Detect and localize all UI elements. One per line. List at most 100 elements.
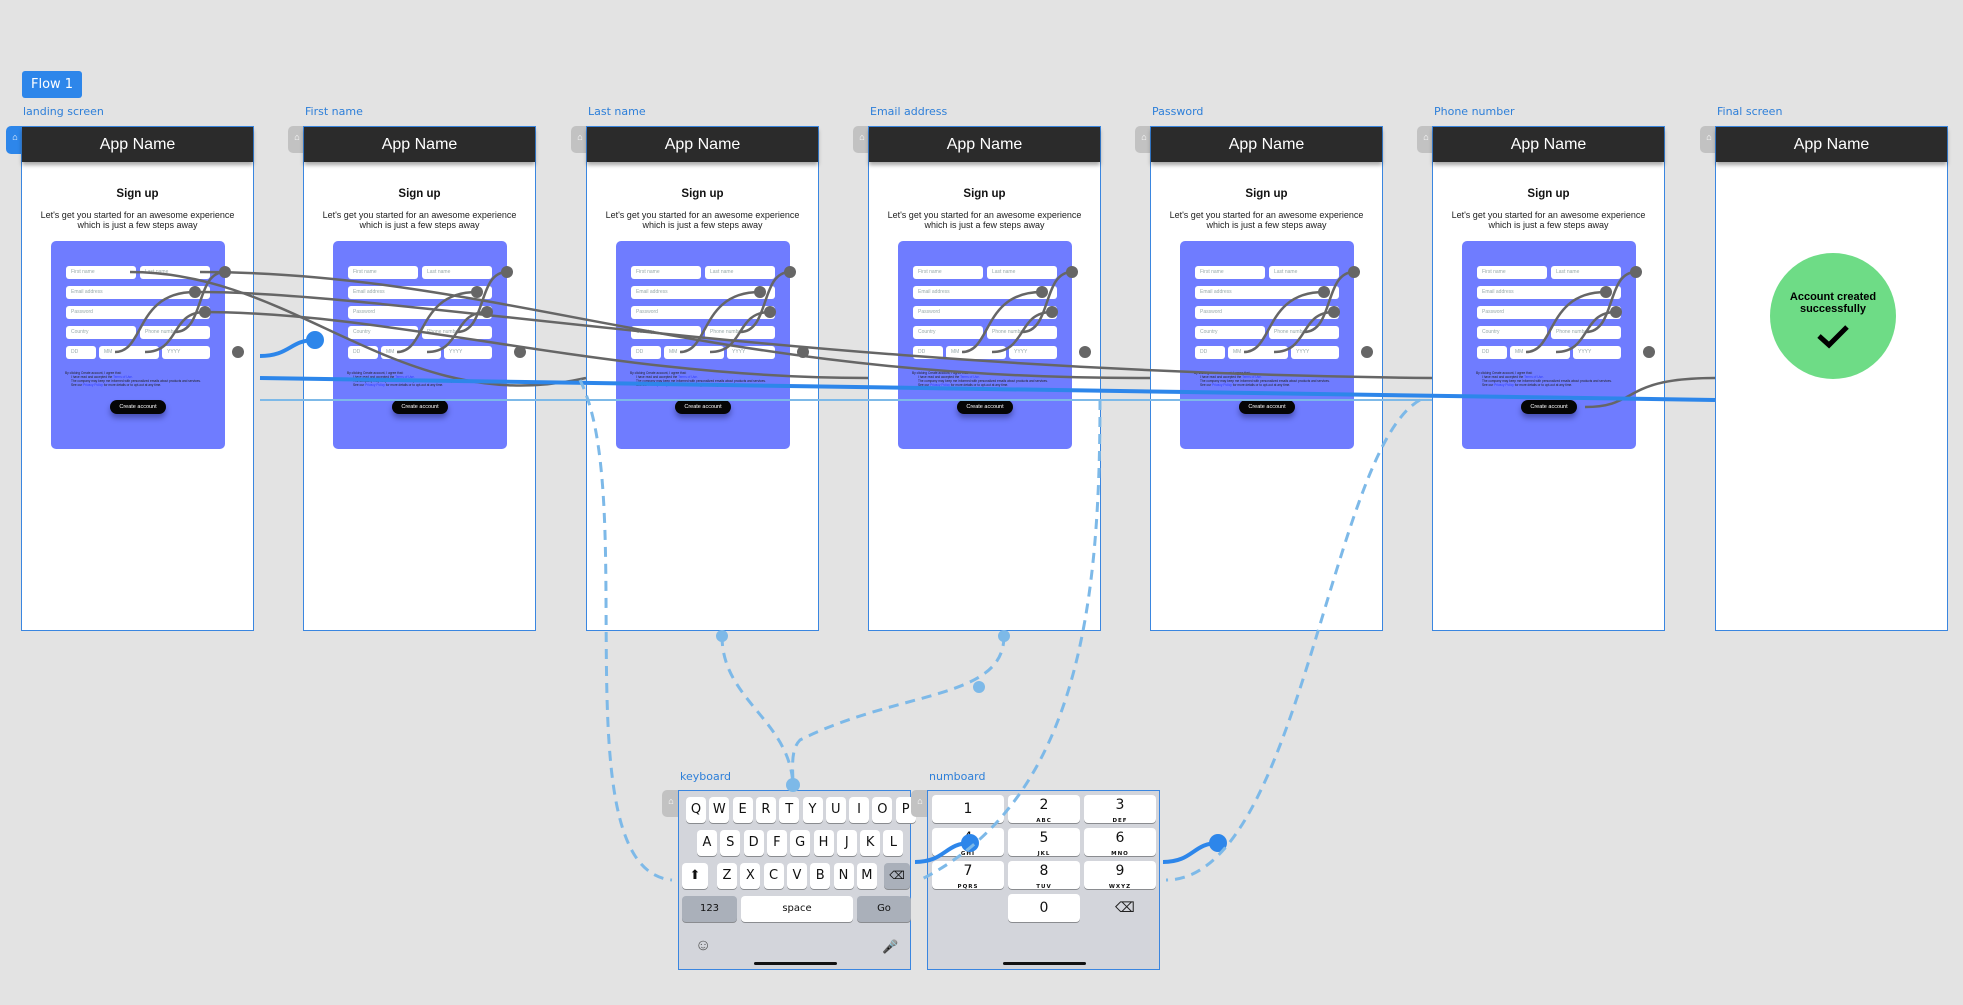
last-name-input[interactable]: Last name <box>422 266 492 279</box>
email-input[interactable]: Email address <box>66 286 210 299</box>
numkey-6[interactable]: 6 MNO <box>1084 828 1156 857</box>
create-account-button[interactable]: Create account <box>392 400 448 414</box>
password-input[interactable]: Password <box>913 306 1057 319</box>
key-v[interactable]: V <box>786 863 807 889</box>
numkey-0[interactable]: 0 <box>1008 894 1080 922</box>
month-select[interactable]: MM <box>664 346 724 359</box>
key-d[interactable]: D <box>743 830 764 856</box>
key-n[interactable]: N <box>833 863 854 889</box>
phone-input[interactable]: Phone number <box>1269 326 1339 339</box>
microphone-icon[interactable]: 🎤 <box>882 939 898 955</box>
email-input[interactable]: Email address <box>913 286 1057 299</box>
first-name-input[interactable]: First name <box>631 266 701 279</box>
key-i[interactable]: I <box>849 797 870 823</box>
key-e[interactable]: E <box>732 797 753 823</box>
flow-canvas[interactable]: Flow 1 landing screen ⌂ App Name Sign up Let… <box>0 0 1963 1005</box>
email-input[interactable]: Email address <box>631 286 775 299</box>
screen-frame[interactable]: App Name Sign up Let's get you started for… <box>1432 126 1665 631</box>
key-f[interactable]: F <box>766 830 787 856</box>
first-name-input[interactable]: First name <box>1477 266 1547 279</box>
month-select[interactable]: MM <box>946 346 1006 359</box>
screen-frame[interactable]: App Name Sign up Let's get you started for… <box>303 126 536 631</box>
last-name-input[interactable]: Last name <box>987 266 1057 279</box>
last-name-input[interactable]: Last name <box>1269 266 1339 279</box>
month-select[interactable]: MM <box>1510 346 1570 359</box>
space-key[interactable]: space <box>741 896 853 922</box>
numkey-4[interactable]: 4 GHI <box>932 828 1004 857</box>
create-account-button[interactable]: Create account <box>675 400 731 414</box>
phone-input[interactable]: Phone number <box>140 326 210 339</box>
numkey-9[interactable]: 9 WXYZ <box>1084 861 1156 890</box>
go-key[interactable]: Go <box>857 896 911 922</box>
first-name-input[interactable]: First name <box>913 266 983 279</box>
undo-icon[interactable] <box>1209 834 1227 852</box>
screen-frame[interactable]: App Name Sign up Let's get you started for… <box>21 126 254 631</box>
email-input[interactable]: Email address <box>1195 286 1339 299</box>
country-select[interactable]: Country <box>631 326 701 339</box>
create-account-button[interactable]: Create account <box>1521 400 1577 414</box>
key-s[interactable]: S <box>720 830 741 856</box>
day-select[interactable]: DD <box>348 346 378 359</box>
password-input[interactable]: Password <box>1477 306 1621 319</box>
key-z[interactable]: Z <box>717 863 737 889</box>
day-select[interactable]: DD <box>1477 346 1507 359</box>
key-a[interactable]: A <box>697 830 717 856</box>
password-input[interactable]: Password <box>1195 306 1339 319</box>
connector-node[interactable] <box>716 630 728 642</box>
key-t[interactable]: T <box>779 797 800 823</box>
last-name-input[interactable]: Last name <box>705 266 775 279</box>
key-o[interactable]: O <box>872 797 893 823</box>
key-j[interactable]: J <box>836 830 857 856</box>
year-select[interactable]: YYYY <box>1291 346 1339 359</box>
connector-node[interactable] <box>998 630 1010 642</box>
day-select[interactable]: DD <box>913 346 943 359</box>
numkey-2[interactable]: 2 ABC <box>1008 795 1080 824</box>
screen-frame[interactable]: App Name Sign up Let's get you started for… <box>868 126 1101 631</box>
create-account-button[interactable]: Create account <box>1239 400 1295 414</box>
backspace-key[interactable]: ⌫ <box>884 863 910 889</box>
keyboard-trigger-wire[interactable] <box>720 635 795 786</box>
keyboard-trigger-wire[interactable] <box>791 635 1006 786</box>
year-select[interactable]: YYYY <box>444 346 492 359</box>
email-input[interactable]: Email address <box>348 286 492 299</box>
create-account-button[interactable]: Create account <box>957 400 1013 414</box>
key-h[interactable]: H <box>813 830 834 856</box>
privacy-link[interactable]: Privacy Policy <box>83 383 103 387</box>
privacy-link[interactable]: Privacy Policy <box>648 383 668 387</box>
day-select[interactable]: DD <box>631 346 661 359</box>
numkey-3[interactable]: 3 DEF <box>1084 795 1156 824</box>
country-select[interactable]: Country <box>348 326 418 339</box>
key-y[interactable]: Y <box>802 797 823 823</box>
first-name-input[interactable]: First name <box>348 266 418 279</box>
day-select[interactable]: DD <box>1195 346 1225 359</box>
phone-input[interactable]: Phone number <box>705 326 775 339</box>
key-b[interactable]: B <box>810 863 831 889</box>
country-select[interactable]: Country <box>1477 326 1547 339</box>
shift-key[interactable]: ⬆ <box>682 863 708 889</box>
country-select[interactable]: Country <box>1195 326 1265 339</box>
numkey-1[interactable]: 1 <box>932 795 1004 823</box>
numkey-7[interactable]: 7 PQRS <box>932 861 1004 890</box>
numkey-5[interactable]: 5 JKL <box>1008 828 1080 857</box>
key-x[interactable]: X <box>740 863 761 889</box>
year-select[interactable]: YYYY <box>1573 346 1621 359</box>
last-name-input[interactable]: Last name <box>1551 266 1621 279</box>
phone-input[interactable]: Phone number <box>422 326 492 339</box>
month-select[interactable]: MM <box>99 346 159 359</box>
privacy-link[interactable]: Privacy Policy <box>930 383 950 387</box>
privacy-link[interactable]: Privacy Policy <box>365 383 385 387</box>
year-select[interactable]: YYYY <box>727 346 775 359</box>
first-name-input[interactable]: First name <box>66 266 136 279</box>
phone-input[interactable]: Phone number <box>1551 326 1621 339</box>
email-input[interactable]: Email address <box>1477 286 1621 299</box>
country-select[interactable]: Country <box>66 326 136 339</box>
key-u[interactable]: U <box>825 797 846 823</box>
password-input[interactable]: Password <box>66 306 210 319</box>
key-r[interactable]: R <box>755 797 776 823</box>
emoji-icon[interactable]: ☺ <box>695 937 711 955</box>
connector-node[interactable] <box>973 681 985 693</box>
screen-frame[interactable]: App Name Sign up Let's get you started for… <box>1150 126 1383 631</box>
last-name-input[interactable]: Last name <box>140 266 210 279</box>
year-select[interactable]: YYYY <box>162 346 210 359</box>
numkey-8[interactable]: 8 TUV <box>1008 861 1080 890</box>
